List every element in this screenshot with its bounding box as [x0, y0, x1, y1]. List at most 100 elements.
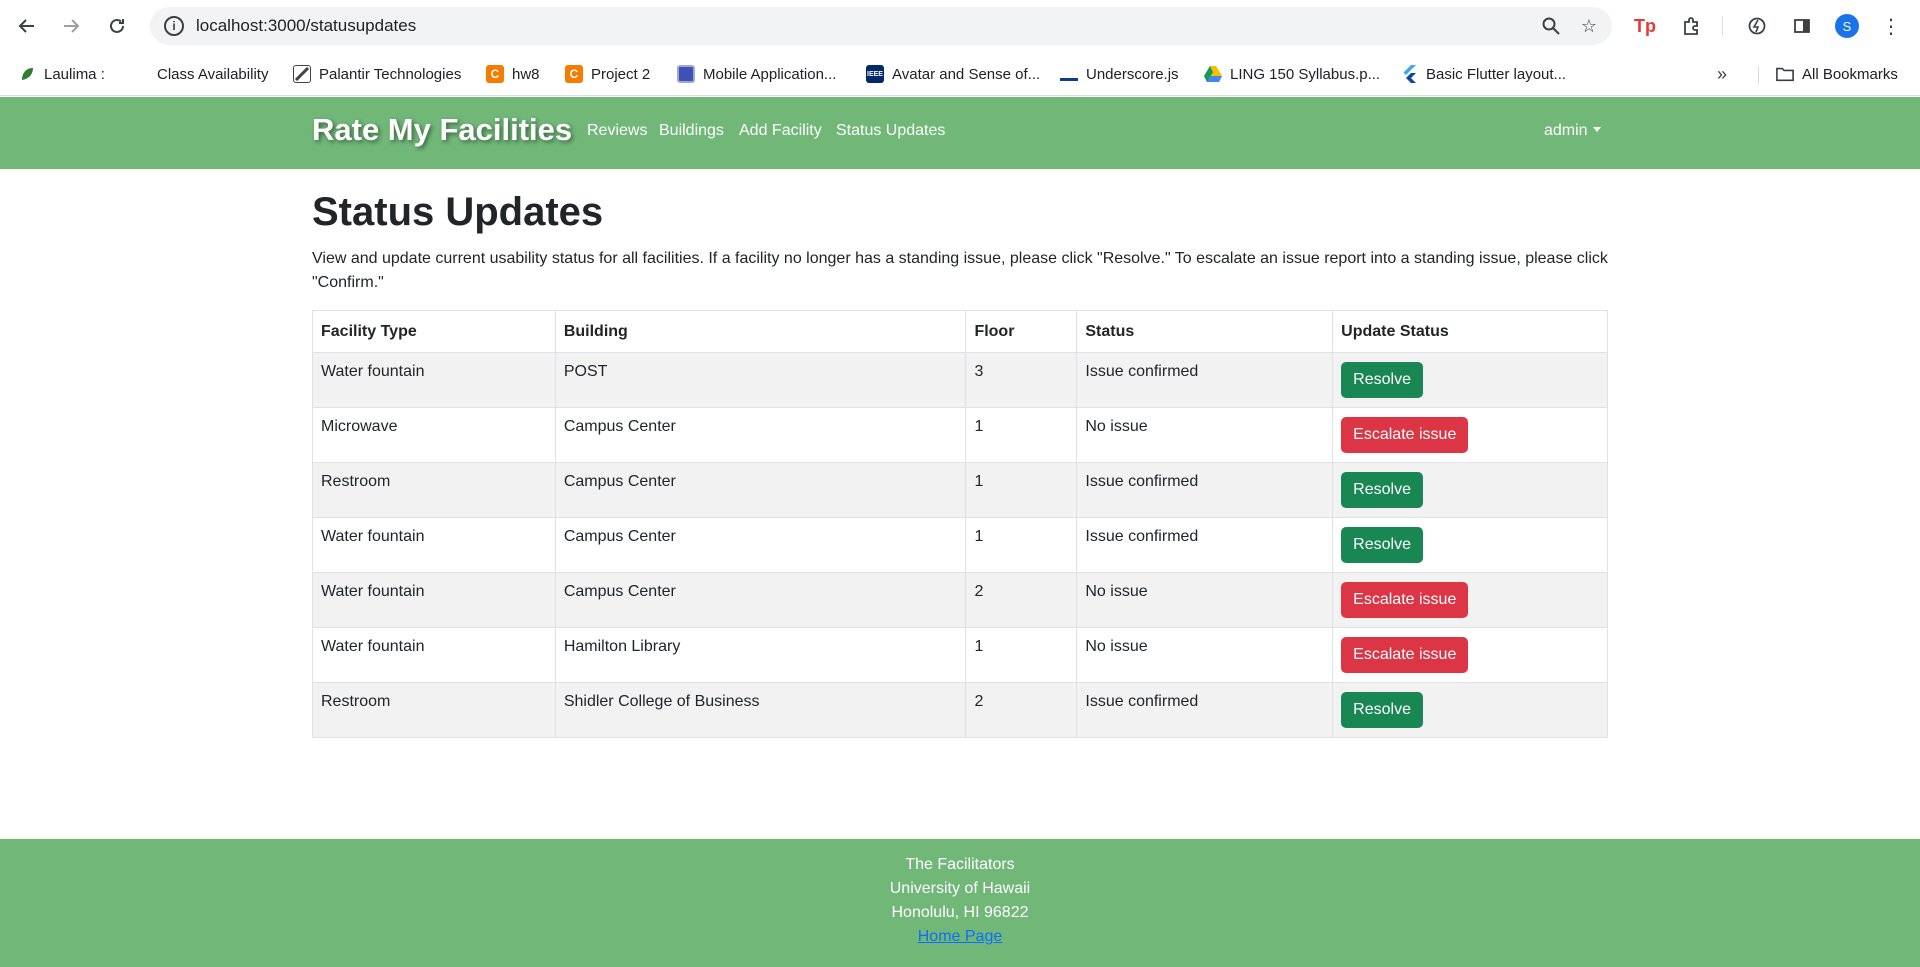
cell-building: Hamilton Library [554, 627, 967, 683]
escalate-issue-button[interactable]: Escalate issue [1341, 417, 1469, 453]
app-navbar: Rate My Facilities Reviews Buildings Add… [0, 97, 1920, 169]
bookmarks-bar: Laulima : Class Availability Palantir Te… [0, 52, 1920, 96]
cell-status: No issue [1076, 572, 1334, 628]
cell-update-status: Escalate issue [1332, 572, 1608, 628]
user-name: admin [1544, 122, 1588, 139]
leaf-icon [18, 65, 36, 83]
table-header-row: Facility Type Building Floor Status Upda… [312, 310, 1608, 353]
cell-building: Campus Center [554, 572, 967, 628]
cell-status: Issue confirmed [1076, 517, 1334, 573]
menu-dots-icon[interactable]: ⋮ [1878, 13, 1904, 39]
footer: The Facilitators University of Hawaii Ho… [0, 839, 1920, 967]
nav-link-buildings[interactable]: Buildings [659, 122, 724, 140]
bookmarks-divider [1758, 66, 1759, 84]
footer-university: University of Hawaii [889, 880, 1031, 897]
c-icon: C [486, 65, 504, 83]
bookmark-label: Laulima : [44, 65, 105, 83]
cell-facility-type: Microwave [312, 407, 556, 463]
flutter-icon [1400, 65, 1418, 83]
all-bookmarks-button[interactable]: All Bookmarks [1776, 64, 1898, 84]
status-table: Facility Type Building Floor Status Upda… [312, 310, 1608, 738]
cell-update-status: Resolve [1332, 352, 1608, 408]
table-row: Restroom Shidler College of Business 2 I… [312, 682, 1608, 738]
header-update-status: Update Status [1332, 310, 1608, 353]
bookmark-label: Project 2 [591, 65, 651, 83]
nav-link-reviews[interactable]: Reviews [587, 122, 647, 140]
bookmark-item[interactable]: IEEE Avatar and Sense of... [866, 64, 1040, 84]
page-description: View and update current usability status… [312, 250, 1608, 291]
c-icon: C [565, 65, 583, 83]
bookmark-item[interactable]: Underscore.js [1060, 64, 1179, 84]
user-dropdown[interactable]: admin [1544, 122, 1601, 140]
cell-facility-type: Restroom [312, 682, 556, 738]
cell-building: POST [554, 352, 967, 408]
header-building: Building [554, 310, 967, 353]
page-icon [677, 65, 695, 83]
address-bar[interactable]: i localhost:3000/statusupdates ☆ [150, 7, 1612, 45]
forward-arrow-icon[interactable] [58, 13, 84, 39]
bookmark-item[interactable]: Mobile Application... [677, 64, 836, 84]
cell-status: Issue confirmed [1076, 682, 1334, 738]
bookmark-star-icon[interactable]: ☆ [1578, 15, 1600, 37]
bookmark-item[interactable]: C Project 2 [565, 64, 650, 84]
cell-update-status: Escalate issue [1332, 407, 1608, 463]
bookmark-item[interactable]: Laulima : [18, 64, 105, 84]
bookmark-label: Class Availability [157, 65, 269, 83]
cell-status: No issue [1076, 407, 1334, 463]
nav-link-add-facility[interactable]: Add Facility [739, 122, 822, 140]
cell-facility-type: Water fountain [312, 352, 556, 408]
cell-floor: 1 [965, 517, 1078, 573]
bookmark-label: Avatar and Sense of... [892, 65, 1041, 83]
cell-update-status: Resolve [1332, 517, 1608, 573]
header-status: Status [1076, 310, 1334, 353]
cell-building: Campus Center [554, 407, 967, 463]
browser-toolbar: i localhost:3000/statusupdates ☆ Tp S ⋮ [0, 0, 1920, 52]
folder-icon [1776, 65, 1794, 83]
performance-icon[interactable] [1744, 13, 1770, 39]
table-row: Water fountain Hamilton Library 1 No iss… [312, 627, 1608, 683]
url-text[interactable]: localhost:3000/statusupdates [196, 16, 416, 36]
cell-floor: 2 [965, 572, 1078, 628]
cell-floor: 3 [965, 352, 1078, 408]
toolbar-divider [1722, 16, 1723, 36]
profile-avatar[interactable]: S [1835, 14, 1859, 38]
brand-logo-text[interactable]: Rate My Facilities [312, 112, 572, 148]
bookmark-label: Palantir Technologies [319, 65, 462, 83]
cell-status: Issue confirmed [1076, 352, 1334, 408]
resolve-button[interactable]: Resolve [1341, 362, 1423, 398]
resolve-button[interactable]: Resolve [1341, 472, 1423, 508]
extensions-puzzle-icon[interactable] [1678, 13, 1704, 39]
palantir-icon [293, 65, 311, 83]
reload-icon[interactable] [104, 13, 130, 39]
footer-team-name: The Facilitators [905, 856, 1015, 873]
extension-tp-icon[interactable]: Tp [1632, 13, 1658, 39]
bookmark-item[interactable]: C hw8 [486, 64, 540, 84]
more-bookmarks-icon[interactable]: » [1717, 64, 1727, 85]
bookmark-label: Underscore.js [1086, 65, 1179, 83]
bookmark-item[interactable]: Palantir Technologies [293, 64, 461, 84]
bookmark-item[interactable]: Basic Flutter layout... [1400, 64, 1566, 84]
cell-facility-type: Water fountain [312, 517, 556, 573]
footer-home-link[interactable]: Home Page [918, 928, 1003, 945]
resolve-button[interactable]: Resolve [1341, 692, 1423, 728]
cell-status: No issue [1076, 627, 1334, 683]
nav-link-status-updates[interactable]: Status Updates [836, 122, 945, 140]
cell-floor: 1 [965, 462, 1078, 518]
back-arrow-icon[interactable] [14, 13, 40, 39]
cell-floor: 1 [965, 627, 1078, 683]
escalate-issue-button[interactable]: Escalate issue [1341, 637, 1469, 673]
table-row: Water fountain POST 3 Issue confirmed Re… [312, 352, 1608, 408]
escalate-issue-button[interactable]: Escalate issue [1341, 582, 1469, 618]
zoom-icon[interactable] [1540, 15, 1562, 37]
site-info-icon[interactable]: i [164, 16, 184, 36]
cell-building: Campus Center [554, 462, 967, 518]
table-row: Microwave Campus Center 1 No issue Escal… [312, 407, 1608, 463]
table-row: Water fountain Campus Center 2 No issue … [312, 572, 1608, 628]
bookmark-item[interactable]: LING 150 Syllabus.p... [1204, 64, 1380, 84]
side-panel-icon[interactable] [1789, 13, 1815, 39]
resolve-button[interactable]: Resolve [1341, 527, 1423, 563]
cell-update-status: Resolve [1332, 682, 1608, 738]
bookmark-item[interactable]: Class Availability [157, 64, 268, 84]
cell-floor: 1 [965, 407, 1078, 463]
cell-building: Shidler College of Business [554, 682, 967, 738]
